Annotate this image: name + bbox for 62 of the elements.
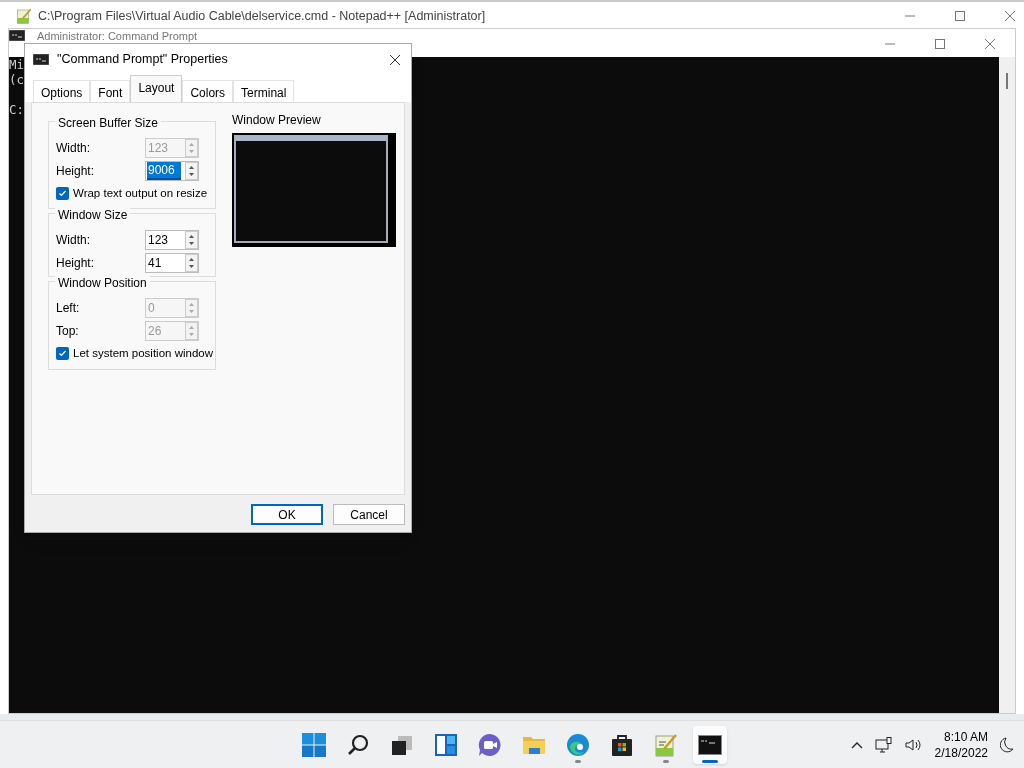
chevron-up-icon[interactable] [850, 740, 863, 749]
running-indicator [575, 759, 581, 763]
browser-icon[interactable] [566, 732, 590, 757]
dialog-button[interactable]: Cancel [333, 504, 405, 525]
close-icon[interactable] [389, 53, 401, 66]
widgets-icon[interactable] [434, 732, 458, 757]
speaker-icon[interactable] [904, 737, 923, 752]
notepad-icon [16, 8, 32, 24]
shopping-bag-icon[interactable] [610, 732, 634, 757]
network-icon[interactable] [874, 736, 893, 753]
spin-field[interactable]: 9006 [145, 160, 199, 181]
checkbox[interactable] [56, 187, 69, 201]
field-label: Height: [55, 254, 96, 272]
console-prompt: C: [9, 102, 25, 117]
console-line: (c [9, 72, 25, 87]
clock-time[interactable]: 8:10 AM [943, 728, 988, 745]
tab[interactable]: Colors [182, 80, 234, 102]
checkbox-label: Wrap text output on resize [73, 186, 208, 201]
spinner-icon[interactable] [185, 161, 198, 180]
field-value: 0 [147, 299, 156, 316]
check-icon [58, 349, 67, 359]
check-icon [58, 189, 67, 199]
spin-field[interactable]: 41 [145, 252, 199, 273]
field-value: 123 [147, 139, 170, 156]
field-label: Left: [55, 299, 81, 317]
dialog-title: "Command Prompt" Properties [57, 51, 228, 69]
console-icon [9, 30, 25, 41]
field-value: 41 [147, 254, 163, 271]
spinner-icon[interactable] [185, 230, 198, 249]
window-title: Administrator: Command Prompt [37, 30, 198, 42]
dialog-button[interactable]: OK [251, 504, 323, 525]
tab[interactable]: Layout [130, 75, 183, 102]
field-label: Width: [55, 231, 91, 249]
moon-icon[interactable] [1000, 736, 1014, 753]
checkbox[interactable] [56, 347, 69, 361]
field-value: 26 [147, 322, 163, 339]
maximize-icon[interactable] [934, 38, 946, 50]
preview-title: Window Preview [232, 112, 322, 129]
window-title: C:\Program Files\Virtual Audio Cable\delservice.cmd - Notepad++ [Administrator] [38, 7, 486, 25]
scrollbar[interactable] [999, 57, 1015, 713]
clock-date[interactable]: 2/18/2022 [934, 744, 988, 761]
search-icon[interactable] [346, 732, 370, 757]
checkbox-label: Let system position window [73, 346, 213, 362]
console-icon [33, 54, 49, 65]
field-label: Width: [55, 139, 91, 157]
console-line: Mi [9, 57, 25, 72]
tab[interactable]: Font [90, 80, 131, 102]
field-value: 123 [147, 231, 170, 248]
field-value: 9006 [147, 161, 181, 180]
tab[interactable]: Terminal [233, 80, 295, 102]
windows-logo-icon[interactable] [302, 732, 326, 757]
field-label: Height: [55, 162, 96, 180]
running-indicator [702, 759, 718, 763]
running-indicator [663, 759, 669, 763]
maximize-icon[interactable] [954, 10, 966, 22]
taskbar-button[interactable] [693, 725, 727, 764]
video-chat-icon[interactable] [478, 732, 502, 757]
field-label: Top: [55, 322, 80, 340]
console-icon[interactable] [698, 734, 722, 755]
spin-field[interactable]: 123 [145, 229, 199, 250]
tab[interactable]: Options [33, 80, 91, 102]
spinner-icon[interactable] [185, 253, 198, 272]
